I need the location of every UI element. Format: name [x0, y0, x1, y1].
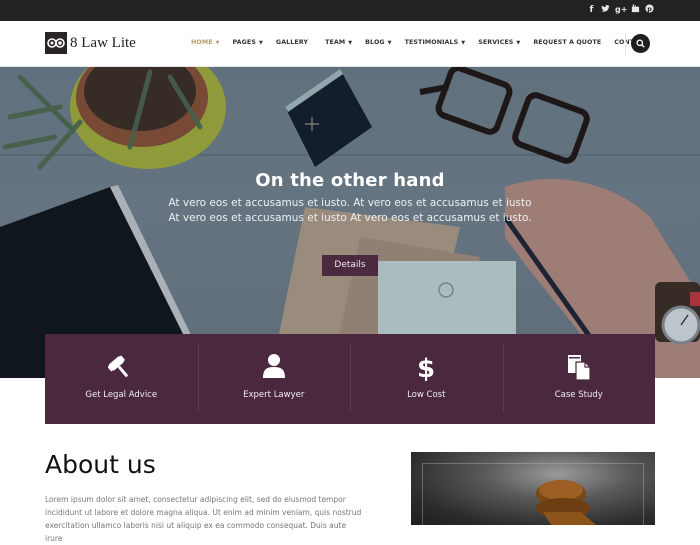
chevron-down-icon: ▼: [215, 39, 220, 46]
google-plus-icon[interactable]: g+: [615, 4, 627, 17]
nav-label: TESTIMONIALS: [404, 39, 459, 46]
nav-label: REQUEST A QUOTE: [533, 39, 602, 46]
user-icon: [262, 354, 285, 378]
about-image: [411, 452, 655, 525]
nav-divider: [625, 33, 626, 55]
search-icon: [636, 39, 645, 48]
hero-slider: On the other hand At vero eos et accusam…: [0, 67, 700, 378]
nav-request-quote[interactable]: REQUEST A QUOTE: [533, 39, 601, 46]
twitter-icon[interactable]: [601, 4, 610, 17]
chevron-down-icon: ▼: [387, 39, 392, 46]
nav-label: TEAM: [325, 39, 346, 46]
search-button[interactable]: [631, 34, 650, 53]
hero-title: On the other hand: [255, 170, 445, 191]
nav-testimonials[interactable]: TESTIMONIALS ▼: [405, 39, 466, 46]
about-title: About us: [45, 450, 156, 479]
nav-label: PAGES: [232, 39, 256, 46]
gavel-image: [536, 480, 596, 525]
details-button[interactable]: Details: [322, 255, 378, 276]
service-label: Expert Lawyer: [243, 390, 305, 400]
chevron-down-icon: ▼: [258, 39, 263, 46]
nav-label: GALLERY: [275, 39, 309, 46]
logo-icon: [45, 32, 67, 54]
chevron-down-icon: ▼: [516, 39, 521, 46]
nav-team[interactable]: TEAM ▼: [325, 39, 352, 46]
service-legal-advice[interactable]: Get Legal Advice: [45, 334, 198, 424]
nav-label: HOME: [191, 39, 213, 46]
about-text: Lorem ipsum dolor sit amet, consectetur …: [45, 495, 362, 543]
chevron-down-icon: ▼: [348, 39, 353, 46]
youtube-icon[interactable]: [631, 4, 640, 17]
svg-text:$: $: [417, 354, 435, 381]
gavel-icon: [108, 355, 129, 377]
nav-pages[interactable]: PAGES ▼: [233, 39, 263, 46]
service-low-cost[interactable]: $ Low Cost: [350, 334, 503, 424]
hero-text: At vero eos et accusamus et iusto. At ve…: [168, 197, 532, 224]
chevron-down-icon: ▼: [461, 39, 466, 46]
service-label: Case Study: [554, 390, 603, 400]
pinterest-icon[interactable]: p: [645, 4, 654, 17]
service-case-study[interactable]: Case Study: [502, 334, 656, 424]
service-label: Low Cost: [407, 390, 446, 400]
nav-home[interactable]: HOME ▼: [191, 39, 220, 46]
svg-text:p: p: [647, 6, 652, 13]
top-bar: f g+ p: [0, 0, 700, 21]
nav-services[interactable]: SERVICES ▼: [478, 39, 520, 46]
service-expert-lawyer[interactable]: Expert Lawyer: [197, 334, 351, 424]
dollar-icon: $: [417, 354, 435, 381]
site-logo[interactable]: 8 Law Lite: [45, 32, 136, 54]
site-header: 8 Law Lite HOME ▼ PAGES ▼ GALLERY TEAM ▼ BL…: [0, 21, 700, 67]
logo-text: 8 Law Lite: [70, 34, 136, 51]
social-links: f g+ p: [587, 4, 654, 17]
files-icon: [567, 355, 591, 381]
service-label: Get Legal Advice: [85, 390, 158, 400]
nav-gallery[interactable]: GALLERY: [276, 39, 308, 46]
nav-blog[interactable]: BLOG ▼: [365, 39, 391, 46]
nav-label: SERVICES: [478, 39, 514, 46]
main-nav: HOME ▼ PAGES ▼ GALLERY TEAM ▼ BLOG ▼ TESTIMO…: [191, 39, 661, 46]
facebook-icon[interactable]: f: [587, 4, 596, 17]
nav-label: BLOG: [365, 39, 385, 46]
services-bar: Get Legal Advice Expert Lawyer $ Low Cos…: [45, 334, 655, 424]
